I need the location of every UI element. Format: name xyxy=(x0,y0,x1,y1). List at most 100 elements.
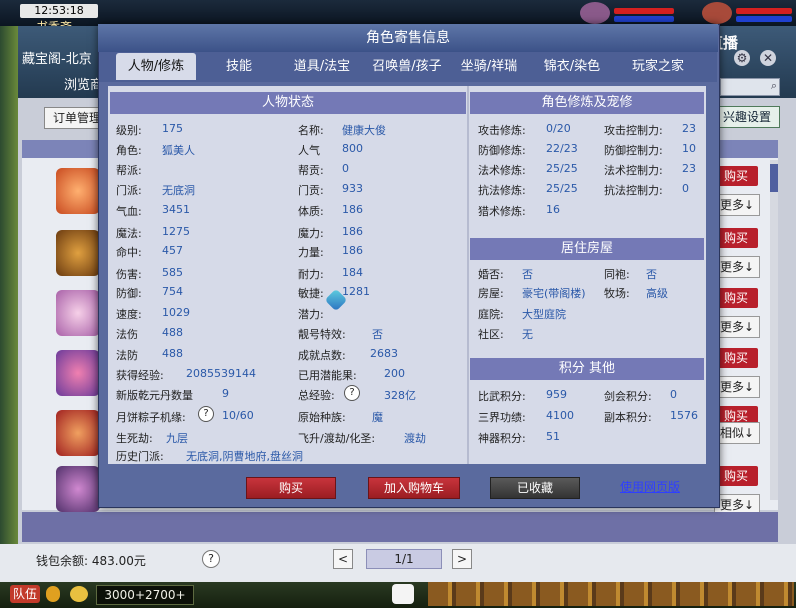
stat-label: 帮贡: xyxy=(298,164,324,177)
scrollbar-thumb[interactable] xyxy=(770,164,778,192)
listing-avatar[interactable] xyxy=(56,410,100,456)
stat-label: 耐力: xyxy=(298,268,324,281)
tab-skills[interactable]: 技能 xyxy=(210,53,268,80)
exp-label: 获得经验: xyxy=(116,369,164,382)
listing-avatar[interactable] xyxy=(56,466,100,512)
team-button[interactable]: 队伍 xyxy=(10,585,40,603)
listing-avatar[interactable] xyxy=(56,168,100,214)
tab-player-home[interactable]: 玩家之家 xyxy=(618,53,698,80)
microphone-icon[interactable] xyxy=(46,586,60,602)
pet-hp-bar xyxy=(736,8,792,14)
listing-avatar[interactable] xyxy=(56,230,100,276)
search-icon[interactable]: ⌕ xyxy=(771,79,777,93)
used-potential-label: 已用潜能果: xyxy=(298,369,357,382)
stat-label: 防御: xyxy=(116,287,142,300)
tab-outfits[interactable]: 锦衣/染色 xyxy=(534,53,610,80)
tab-mounts[interactable]: 坐骑/祥瑞 xyxy=(452,53,526,80)
column-divider xyxy=(467,86,469,464)
zongzi-label: 月饼粽子机缘: xyxy=(116,411,186,424)
stat-label: 魔力: xyxy=(298,227,324,240)
house-value: 否 xyxy=(646,268,657,281)
chevron-down-icon: ↓ xyxy=(743,498,755,512)
listing-buy-button[interactable]: 购买 xyxy=(714,466,758,486)
qianyuan-label: 新版乾元丹数量 xyxy=(116,389,193,402)
stat-label: 门派: xyxy=(116,184,142,197)
pet-icon[interactable] xyxy=(392,584,414,604)
help-icon[interactable]: ? xyxy=(344,385,360,401)
section-character-status: 人物状态 xyxy=(110,92,466,114)
tab-pets-children[interactable]: 召唤兽/孩子 xyxy=(364,53,450,80)
coordinate-display: 3000+2700+ xyxy=(96,585,194,605)
stat-value: 否 xyxy=(372,328,383,341)
close-icon[interactable]: ✕ xyxy=(760,50,776,66)
listing-avatar[interactable] xyxy=(56,290,100,336)
feisheng-label: 飞升/渡劫/化圣: xyxy=(298,432,376,445)
house-value: 高级 xyxy=(646,287,668,300)
next-page-button[interactable]: > xyxy=(452,549,472,569)
listing-more-button[interactable]: 更多↓ xyxy=(714,194,760,216)
function-icon-bar[interactable] xyxy=(428,582,794,606)
interest-settings-button[interactable]: 兴趣设置 xyxy=(714,106,780,128)
player-portrait[interactable] xyxy=(580,2,610,24)
used-potential-value: 200 xyxy=(384,367,405,380)
section-points: 积分 其他 xyxy=(470,358,704,380)
stat-value: 186 xyxy=(342,244,363,257)
cult-value: 22/23 xyxy=(546,142,578,155)
listing-more-button[interactable]: 更多↓ xyxy=(714,316,760,338)
house-label: 庭院: xyxy=(478,308,504,321)
cult-value: 16 xyxy=(546,203,560,216)
search-input[interactable]: ⌕ xyxy=(720,78,780,96)
more-label: 更多 xyxy=(719,320,744,334)
chat-icon[interactable] xyxy=(70,586,88,602)
stat-label: 人气 xyxy=(298,144,320,157)
stat-label: 魔法: xyxy=(116,227,142,240)
stat-value: 186 xyxy=(342,203,363,216)
house-value: 豪宅(带阁楼) xyxy=(522,287,586,300)
points-label: 剑会积分: xyxy=(604,390,652,403)
listing-buy-button[interactable]: 购买 xyxy=(714,166,758,186)
buy-button[interactable]: 购买 xyxy=(246,477,336,499)
control-value: 23 xyxy=(682,162,696,175)
help-icon[interactable]: ? xyxy=(198,406,214,422)
dialog-title: 角色寄售信息 xyxy=(98,24,718,52)
listing-similar-button[interactable]: 相似↓ xyxy=(714,422,760,444)
prev-page-button[interactable]: < xyxy=(333,549,353,569)
listing-buy-button[interactable]: 购买 xyxy=(714,288,758,308)
control-label: 攻击控制力: xyxy=(604,124,663,137)
pet-portrait[interactable] xyxy=(702,2,732,24)
chevron-down-icon: ↓ xyxy=(743,198,755,212)
tab-character-cultivation[interactable]: 人物/修炼 xyxy=(116,53,196,80)
listing-scrollbar[interactable] xyxy=(770,160,778,500)
more-label: 更多 xyxy=(719,198,744,212)
house-value: 否 xyxy=(522,268,533,281)
history-sect-value: 无底洞,阴曹地府,盘丝洞 xyxy=(186,450,303,463)
stat-value: 2683 xyxy=(370,347,398,360)
house-value: 大型庭院 xyxy=(522,308,566,321)
help-icon[interactable]: ? xyxy=(202,550,220,568)
control-value: 10 xyxy=(682,142,696,155)
house-label: 房屋: xyxy=(478,287,504,300)
stat-value: 1281 xyxy=(342,285,370,298)
chevron-down-icon: ↓ xyxy=(743,380,755,394)
house-label: 社区: xyxy=(478,328,504,341)
points-value: 1576 xyxy=(670,409,698,422)
listing-avatar[interactable] xyxy=(56,350,100,396)
control-label: 法术控制力: xyxy=(604,164,663,177)
race-value: 魔 xyxy=(372,411,383,424)
collected-button[interactable]: 已收藏 xyxy=(490,477,580,499)
player-mp-bar xyxy=(614,16,674,22)
control-label: 抗法控制力: xyxy=(604,184,663,197)
tab-items-treasures[interactable]: 道具/法宝 xyxy=(282,53,362,80)
add-to-cart-button[interactable]: 加入购物车 xyxy=(368,477,460,499)
listing-more-button[interactable]: 更多↓ xyxy=(714,376,760,398)
listing-buy-button[interactable]: 购买 xyxy=(714,348,758,368)
settings-icon[interactable]: ⚙ xyxy=(734,50,750,66)
listing-buy-button[interactable]: 购买 xyxy=(714,228,758,248)
exp-value: 2085539144 xyxy=(186,367,256,380)
points-label: 比武积分: xyxy=(478,390,526,403)
stat-value: 0 xyxy=(342,162,349,175)
listing-more-button[interactable]: 更多↓ xyxy=(714,256,760,278)
cult-value: 25/25 xyxy=(546,182,578,195)
points-label: 神器积分: xyxy=(478,432,526,445)
use-web-version-link[interactable]: 使用网页版 xyxy=(620,478,680,495)
